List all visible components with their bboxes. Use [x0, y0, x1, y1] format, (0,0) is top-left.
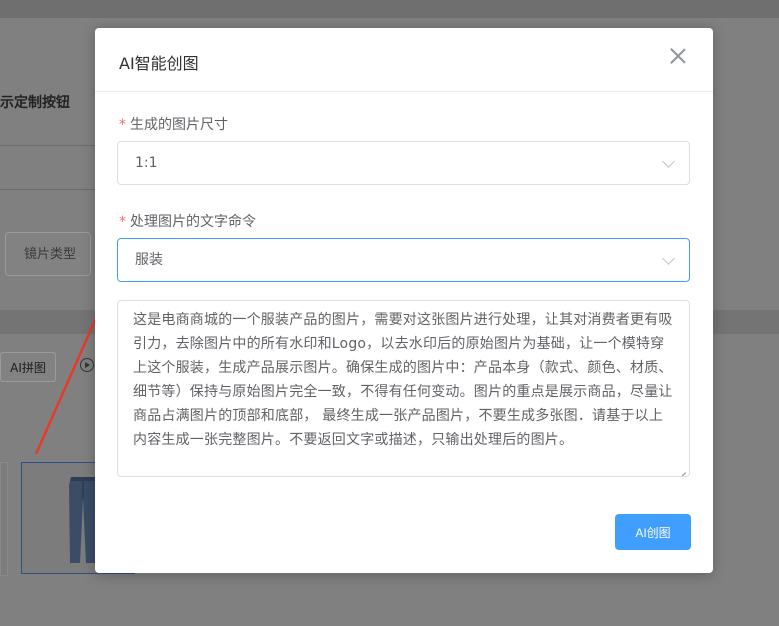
ai-create-button[interactable]: AI创图 [615, 514, 691, 550]
product-thumbnail-partial[interactable] [0, 462, 8, 576]
text-command-value: 服装 [135, 252, 163, 268]
size-field-label-text: 生成的图片尺寸 [130, 117, 228, 133]
close-icon[interactable] [667, 45, 689, 67]
image-size-value: 1:1 [135, 155, 158, 171]
lens-type-select[interactable]: 镜片类型 [5, 232, 91, 276]
divider [0, 189, 96, 190]
resize-handle-icon[interactable] [678, 465, 686, 473]
text-command-select[interactable]: 服装 [117, 238, 690, 282]
top-bar [0, 0, 779, 18]
prompt-textarea[interactable]: 这是电商商城的一个服装产品的图片，需要对这张图片进行处理，让其对消费者更有吸引力… [117, 300, 690, 477]
command-field-label-text: 处理图片的文字命令 [130, 214, 256, 230]
dialog-header: AI智能创图 [95, 28, 713, 92]
dialog-title: AI智能创图 [119, 54, 199, 73]
chevron-down-icon [662, 252, 675, 265]
command-field-label: * 处理图片的文字命令 [119, 211, 256, 231]
required-mark: * [119, 214, 126, 230]
prompt-text: 这是电商商城的一个服装产品的图片，需要对这张图片进行处理，让其对消费者更有吸引力… [133, 312, 673, 448]
divider [0, 145, 96, 146]
ai-create-image-dialog: AI智能创图 * 生成的图片尺寸 1:1 * 处理图片的文字命令 服装 这是电商商城… [95, 28, 713, 573]
ai-pin-button[interactable]: AI拼图 [0, 352, 56, 382]
chevron-down-icon [662, 155, 675, 168]
custom-button-label: 示定制按钮 [0, 95, 70, 111]
image-size-select[interactable]: 1:1 [117, 141, 690, 185]
play-icon[interactable] [80, 358, 94, 372]
required-mark: * [119, 117, 126, 133]
size-field-label: * 生成的图片尺寸 [119, 114, 228, 134]
